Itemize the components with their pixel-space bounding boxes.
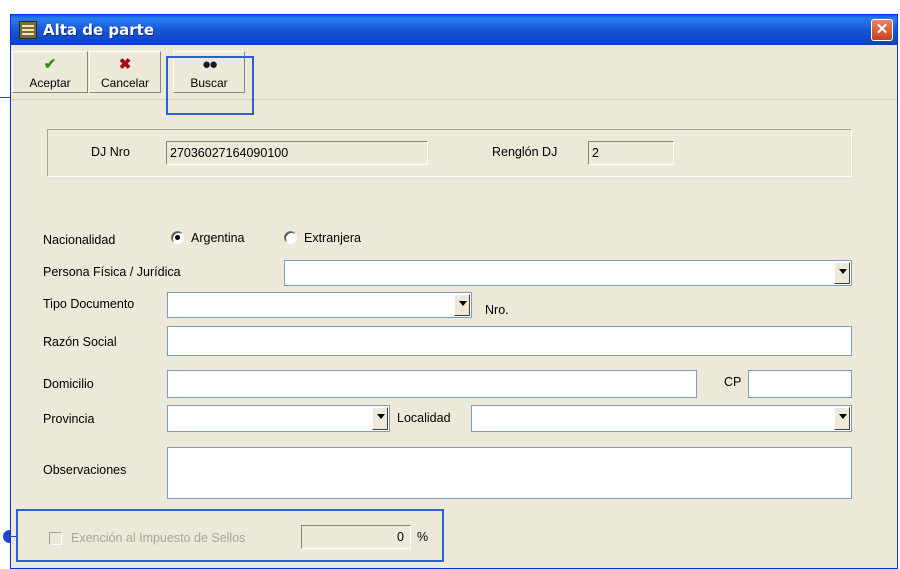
- chevron-down-icon[interactable]: [834, 407, 850, 430]
- cp-label: CP: [724, 375, 742, 389]
- localidad-label: Localidad: [397, 411, 451, 425]
- localidad-select[interactable]: [471, 405, 852, 432]
- app-icon: [19, 21, 37, 39]
- window-title: Alta de parte: [43, 21, 154, 39]
- chevron-down-icon[interactable]: [454, 294, 470, 316]
- callout-line-exencion: [9, 536, 17, 537]
- dj-nro-field: 27036027164090100: [166, 141, 428, 165]
- persona-select[interactable]: [284, 260, 852, 286]
- tipo-documento-label: Tipo Documento: [43, 297, 135, 311]
- nro-label: Nro.: [485, 303, 509, 317]
- highlight-search-button: [166, 56, 254, 115]
- renglon-label: Renglón DJ: [492, 145, 558, 159]
- observaciones-label: Observaciones: [43, 463, 127, 477]
- observaciones-input[interactable]: [167, 447, 852, 499]
- chevron-down-icon[interactable]: [834, 262, 850, 284]
- renglon-field: 2: [588, 141, 674, 165]
- cancel-label: Cancelar: [100, 76, 150, 90]
- check-icon: ✔: [43, 56, 57, 73]
- toolbar: ✔ Aceptar ✖ Cancelar ●● Buscar: [11, 45, 897, 100]
- title-bar: Alta de parte ✕: [11, 15, 897, 45]
- razon-social-input[interactable]: [167, 326, 852, 356]
- accept-label: Aceptar: [29, 76, 71, 90]
- chevron-down-icon[interactable]: [372, 407, 388, 430]
- argentina-radio[interactable]: [171, 231, 184, 244]
- cancel-button[interactable]: ✖ Cancelar: [89, 51, 161, 93]
- domicilio-input[interactable]: [167, 370, 697, 398]
- provincia-select[interactable]: [167, 405, 390, 432]
- domicilio-label: Domicilio: [43, 377, 94, 391]
- dialog-window: Alta de parte ✕ ✔ Aceptar ✖ Cancelar ●● …: [10, 14, 898, 569]
- nacionalidad-label: Nacionalidad: [43, 233, 116, 247]
- extranjera-label: Extranjera: [304, 231, 361, 245]
- cp-input[interactable]: [748, 370, 852, 398]
- cross-icon: ✖: [118, 56, 132, 73]
- dj-header-group: DJ Nro 27036027164090100 Renglón DJ 2: [47, 129, 852, 177]
- tipo-documento-select[interactable]: [167, 292, 472, 318]
- persona-label: Persona Física / Jurídica: [43, 265, 181, 279]
- extranjera-radio[interactable]: [284, 231, 297, 244]
- accept-button[interactable]: ✔ Aceptar: [12, 51, 88, 93]
- highlight-exencion-row: [16, 509, 444, 562]
- razon-social-label: Razón Social: [43, 335, 117, 349]
- dj-nro-label: DJ Nro: [91, 145, 130, 159]
- close-button[interactable]: ✕: [871, 19, 893, 41]
- argentina-label: Argentina: [191, 231, 245, 245]
- provincia-label: Provincia: [43, 412, 95, 426]
